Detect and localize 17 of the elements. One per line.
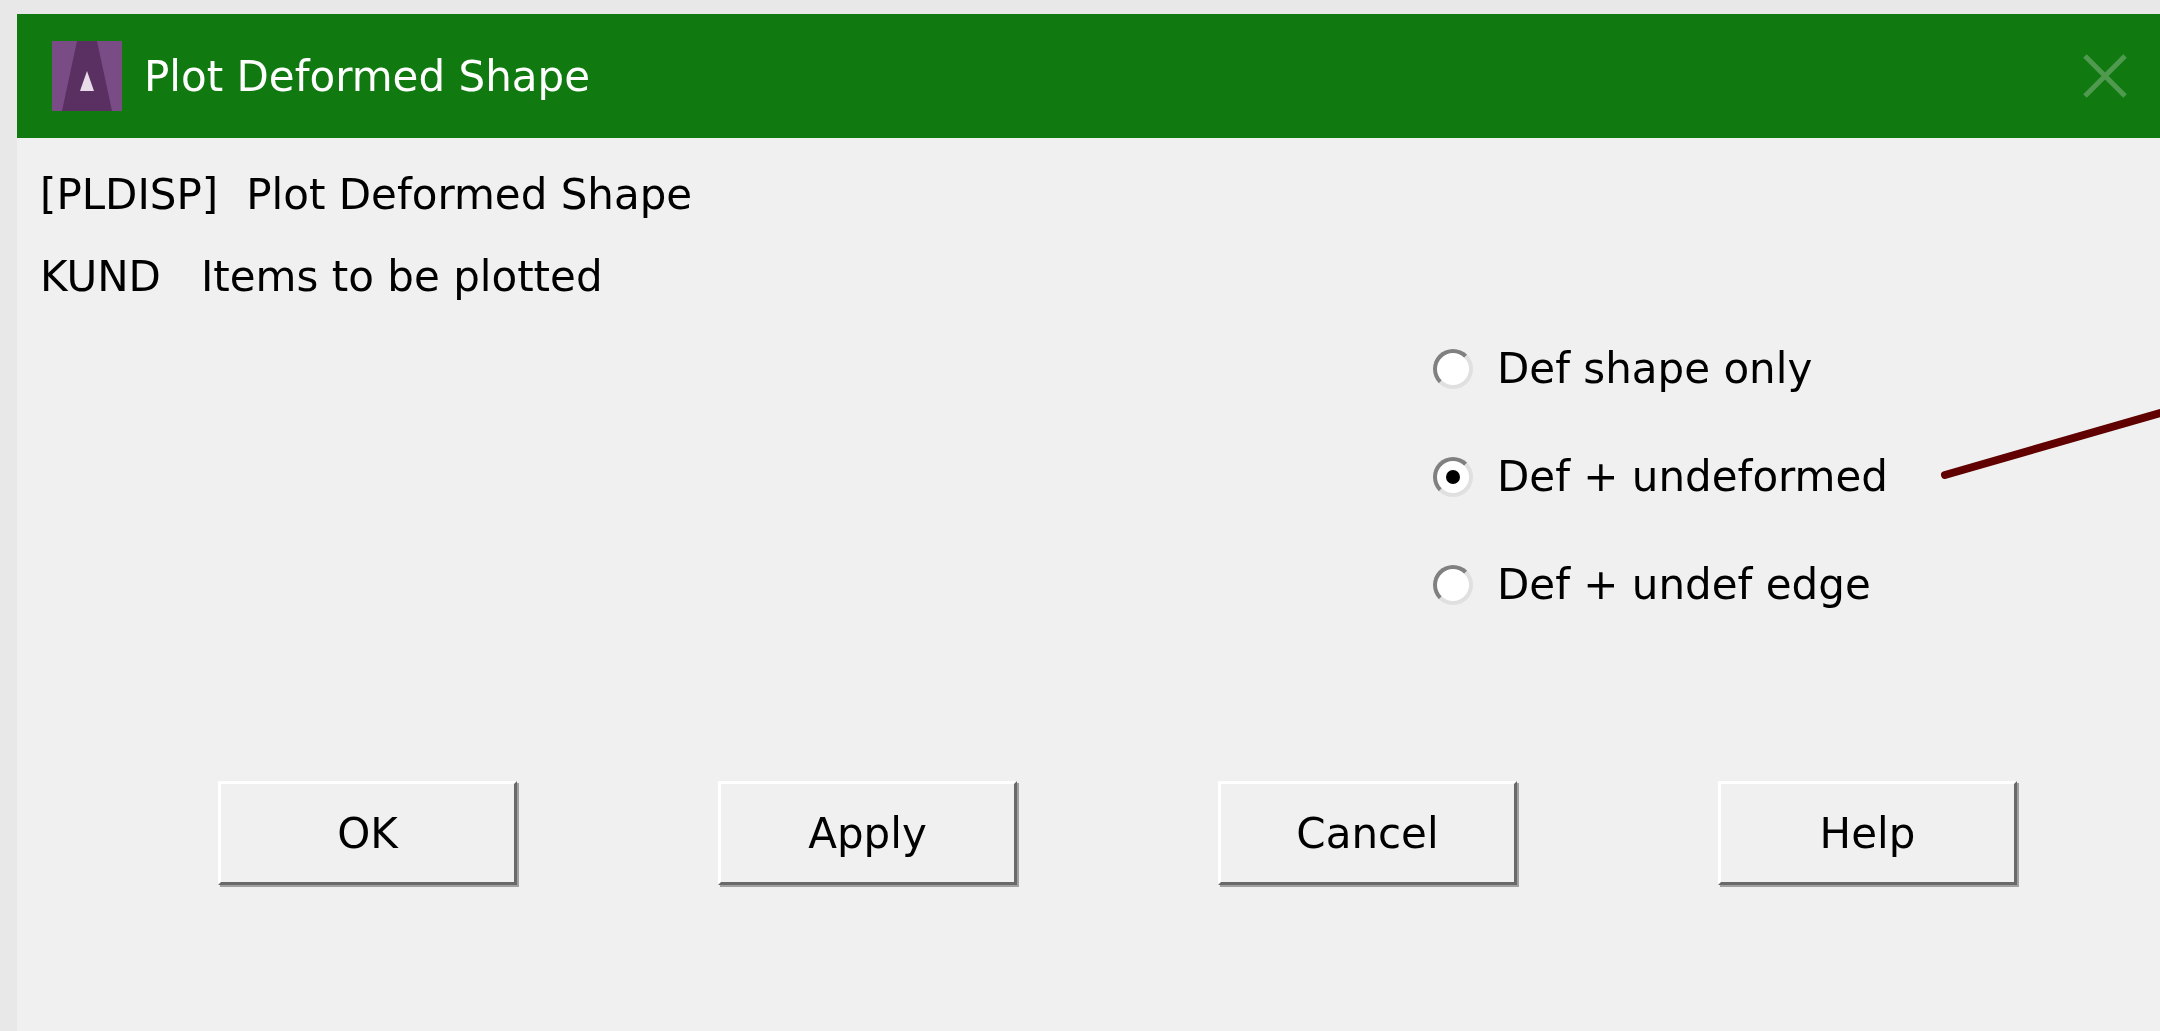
window-title: Plot Deformed Shape [144, 50, 590, 103]
dialog-button[interactable]: OK [218, 781, 517, 885]
radio-option[interactable]: Def shape only [1433, 348, 1813, 390]
radio-option[interactable]: Def + undef edge [1433, 564, 1871, 606]
command-code: [PLDISP] [40, 174, 219, 216]
app-logo-icon [52, 41, 122, 111]
field-name: KUND [40, 256, 161, 298]
dialog-button[interactable]: Cancel [1218, 781, 1517, 885]
radio-button[interactable] [1433, 349, 1473, 389]
radio-option[interactable]: Def + undeformed [1433, 456, 1889, 498]
dialog-button[interactable]: Help [1718, 781, 2017, 885]
field-label: Items to be plotted [200, 256, 603, 298]
close-icon [2083, 54, 2127, 98]
radio-button[interactable] [1433, 457, 1473, 497]
dialog-button[interactable]: Apply [718, 781, 1017, 885]
command-title: Plot Deformed Shape [246, 174, 693, 216]
radio-button[interactable] [1433, 565, 1473, 605]
